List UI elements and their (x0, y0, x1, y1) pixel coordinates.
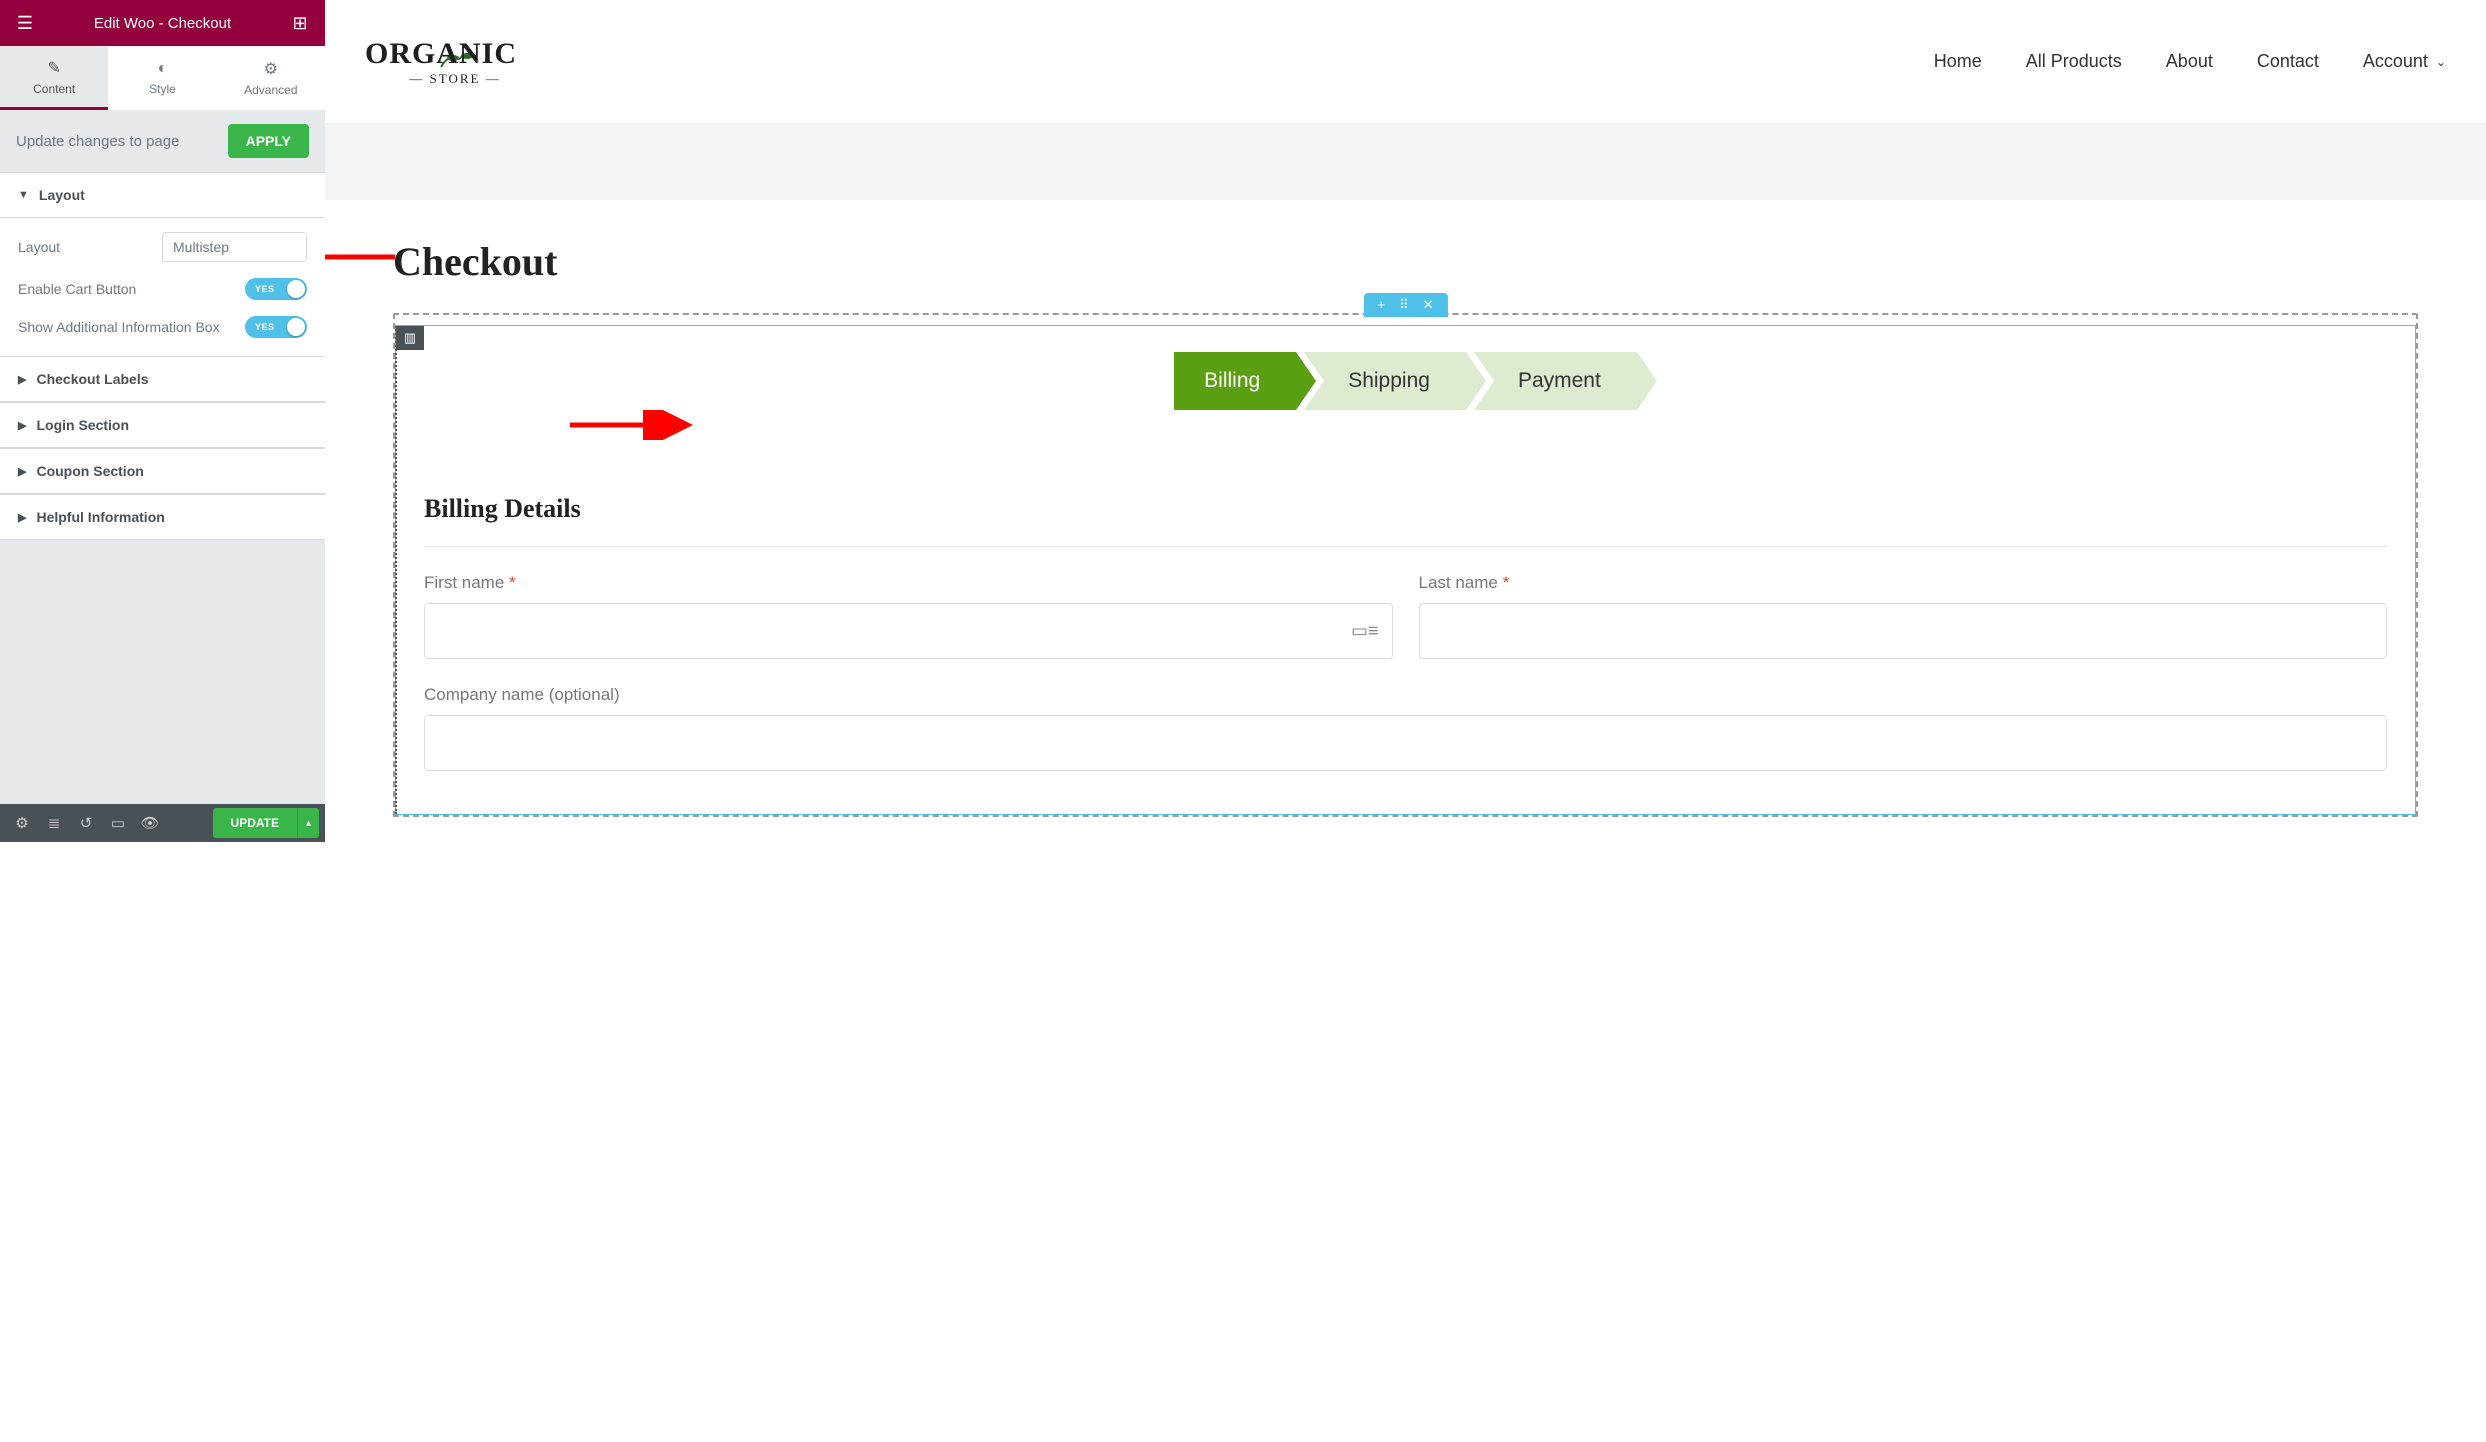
main-nav: Home All Products About Contact Account … (1934, 51, 2446, 72)
first-name-label: First name * (424, 573, 1393, 593)
layout-select-value: Multistep (173, 239, 229, 255)
navigator-icon[interactable]: ≣ (38, 814, 70, 832)
chevron-down-icon: ⌄ (2436, 55, 2446, 69)
section-layout-label: Layout (39, 187, 85, 203)
section-helpful[interactable]: ▶ Helpful Information (0, 494, 325, 540)
step-payment[interactable]: Payment (1474, 352, 1637, 410)
nav-contact[interactable]: Contact (2257, 51, 2319, 72)
toggle-knob (287, 280, 305, 298)
section-checkout-labels[interactable]: ▶ Checkout Labels (0, 356, 325, 402)
page-title: Checkout (393, 238, 2418, 285)
dotted-edge (395, 326, 397, 814)
control-layout: Layout Multistep (18, 232, 307, 262)
layout-label: Layout (18, 239, 60, 255)
panel-header: ☰ Edit Woo - Checkout ⊞ (0, 0, 325, 46)
section-layout-head[interactable]: ▼ Layout (0, 172, 325, 218)
section-login[interactable]: ▶ Login Section (0, 402, 325, 448)
tab-advanced[interactable]: ⚙ Advanced (217, 46, 325, 110)
tab-style-label: Style (149, 82, 176, 96)
first-name-input[interactable] (424, 603, 1393, 659)
toggle-yes-label-2: YES (255, 322, 275, 332)
column-handle-icon[interactable]: ▥ (396, 326, 424, 350)
hamburger-icon[interactable]: ☰ (10, 13, 40, 34)
step-billing[interactable]: Billing (1174, 352, 1296, 410)
section-layout-body: Layout Multistep Enable Cart Button YES … (0, 218, 325, 356)
contrast-icon: ◐ (158, 60, 168, 78)
logo-top-text: ORGANIC (365, 37, 545, 71)
enable-cart-label: Enable Cart Button (18, 281, 136, 297)
site-header: ORGANIC — STORE — Home All Products Abou… (325, 0, 2486, 124)
nav-account[interactable]: Account ⌄ (2363, 51, 2446, 72)
panel-footer: ⚙ ≣ ↺ ▭ 👁 UPDATE ▴ (0, 804, 325, 842)
tab-style[interactable]: ◐ Style (108, 46, 216, 110)
login-section-label: Login Section (36, 417, 129, 433)
preview-icon[interactable]: 👁 (134, 814, 166, 832)
nav-products[interactable]: All Products (2026, 51, 2122, 72)
caret-right-icon: ▶ (18, 465, 26, 478)
history-icon[interactable]: ↺ (70, 814, 102, 832)
pencil-icon: ✎ (47, 58, 60, 78)
tab-content[interactable]: ✎ Content (0, 46, 108, 110)
nav-home[interactable]: Home (1934, 51, 1982, 72)
editor-panel: ☰ Edit Woo - Checkout ⊞ ✎ Content ◐ Styl… (0, 0, 325, 842)
gray-band (325, 124, 2486, 200)
control-enable-cart: Enable Cart Button YES (18, 278, 307, 300)
checkout-labels-label: Checkout Labels (36, 371, 148, 387)
tab-content-label: Content (33, 82, 75, 96)
enable-cart-toggle[interactable]: YES (245, 278, 307, 300)
drag-section-icon[interactable]: ⠿ (1399, 297, 1409, 313)
site-logo[interactable]: ORGANIC — STORE — (365, 37, 545, 87)
caret-down-icon: ▼ (18, 189, 29, 201)
layout-select[interactable]: Multistep (162, 232, 307, 262)
update-dropdown[interactable]: ▴ (297, 808, 319, 838)
update-button[interactable]: UPDATE (213, 808, 297, 838)
gear-icon: ⚙ (264, 59, 278, 79)
apply-row: Update changes to page APPLY (0, 110, 325, 172)
divider (424, 546, 2387, 547)
content-wrap: Checkout + ⠿ ✕ ▥ Billing Shipping Paymen… (345, 200, 2466, 817)
contact-card-icon: ▭≡ (1351, 621, 1379, 642)
caret-right-icon: ▶ (18, 419, 26, 432)
company-input[interactable] (424, 715, 2387, 771)
company-label: Company name (optional) (424, 685, 2387, 705)
last-name-input[interactable] (1419, 603, 2388, 659)
apply-text: Update changes to page (16, 133, 179, 150)
caret-right-icon: ▶ (18, 511, 26, 524)
last-name-label: Last name * (1419, 573, 2388, 593)
section-coupon[interactable]: ▶ Coupon Section (0, 448, 325, 494)
tab-advanced-label: Advanced (244, 83, 297, 97)
add-section-icon[interactable]: + (1377, 297, 1385, 313)
elementor-section[interactable]: + ⠿ ✕ ▥ Billing Shipping Payment Billing… (393, 313, 2418, 817)
settings-icon[interactable]: ⚙ (6, 814, 38, 832)
widgets-grid-icon[interactable]: ⊞ (285, 13, 315, 34)
toggle-yes-label: YES (255, 284, 275, 294)
helpful-info-label: Helpful Information (36, 509, 164, 525)
panel-tabs: ✎ Content ◐ Style ⚙ Advanced (0, 46, 325, 110)
logo-sub-text: — STORE — (365, 71, 545, 87)
show-info-toggle[interactable]: YES (245, 316, 307, 338)
caret-right-icon: ▶ (18, 373, 26, 386)
step-shipping[interactable]: Shipping (1304, 352, 1466, 410)
nav-about[interactable]: About (2166, 51, 2213, 72)
checkout-steps: Billing Shipping Payment (396, 352, 2415, 410)
apply-button[interactable]: APPLY (228, 124, 309, 158)
billing-details-heading: Billing Details (424, 494, 2387, 524)
elementor-column[interactable]: ▥ Billing Shipping Payment Billing Detai… (395, 325, 2416, 815)
delete-section-icon[interactable]: ✕ (1423, 297, 1434, 313)
coupon-section-label: Coupon Section (36, 463, 143, 479)
nav-account-label: Account (2363, 51, 2428, 72)
panel-title: Edit Woo - Checkout (40, 15, 285, 32)
toggle-knob-2 (287, 318, 305, 336)
field-last-name: Last name * (1419, 573, 2388, 659)
field-company: Company name (optional) (424, 685, 2387, 771)
responsive-icon[interactable]: ▭ (102, 814, 134, 832)
section-handle: + ⠿ ✕ (1363, 293, 1447, 317)
preview-area: ORGANIC — STORE — Home All Products Abou… (325, 0, 2486, 1442)
field-first-name: First name * ▭≡ (424, 573, 1393, 659)
control-show-info: Show Additional Information Box YES (18, 316, 307, 338)
billing-form: Billing Details First name * ▭≡ Last nam… (396, 454, 2415, 771)
show-info-label: Show Additional Information Box (18, 319, 220, 335)
